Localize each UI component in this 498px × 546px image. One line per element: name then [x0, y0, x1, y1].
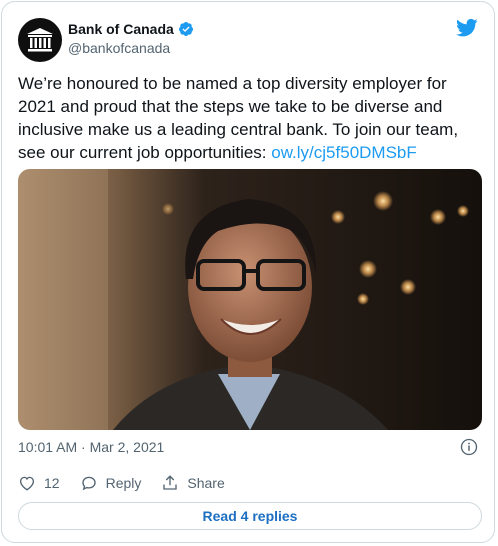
like-button[interactable]: 12: [18, 474, 60, 492]
tweet-text: We’re honoured to be named a top diversi…: [18, 72, 483, 164]
account-name[interactable]: Bank of Canada: [68, 21, 174, 37]
reply-button[interactable]: Reply: [80, 474, 142, 492]
share-label: Share: [187, 475, 225, 491]
account-handle[interactable]: @bankofcanada: [68, 40, 170, 56]
heart-icon: [19, 476, 35, 491]
reply-icon: [81, 476, 96, 491]
portrait-image: [18, 169, 482, 430]
reply-label: Reply: [105, 475, 142, 491]
like-count: 12: [44, 475, 60, 491]
share-icon: [163, 475, 178, 490]
info-icon[interactable]: [460, 438, 478, 456]
account-name-row[interactable]: Bank of Canada: [68, 21, 194, 37]
tweet-card: Bank of Canada @bankofcanada We’re honou…: [1, 1, 495, 543]
share-button[interactable]: Share: [161, 474, 225, 492]
tweet-photo[interactable]: [18, 169, 482, 430]
avatar[interactable]: [18, 18, 62, 62]
verified-badge-icon: [178, 22, 193, 36]
tweet-timestamp[interactable]: 10:01 AM · Mar 2, 2021: [18, 439, 164, 455]
twitter-bird-icon[interactable]: [456, 18, 478, 38]
tweet-link[interactable]: ow.ly/cj5f50DMSbF: [271, 143, 417, 162]
bank-logo-icon: [27, 28, 53, 52]
read-replies-button[interactable]: Read 4 replies: [18, 502, 482, 530]
tweet-actions: 12 Reply Share: [18, 474, 245, 492]
